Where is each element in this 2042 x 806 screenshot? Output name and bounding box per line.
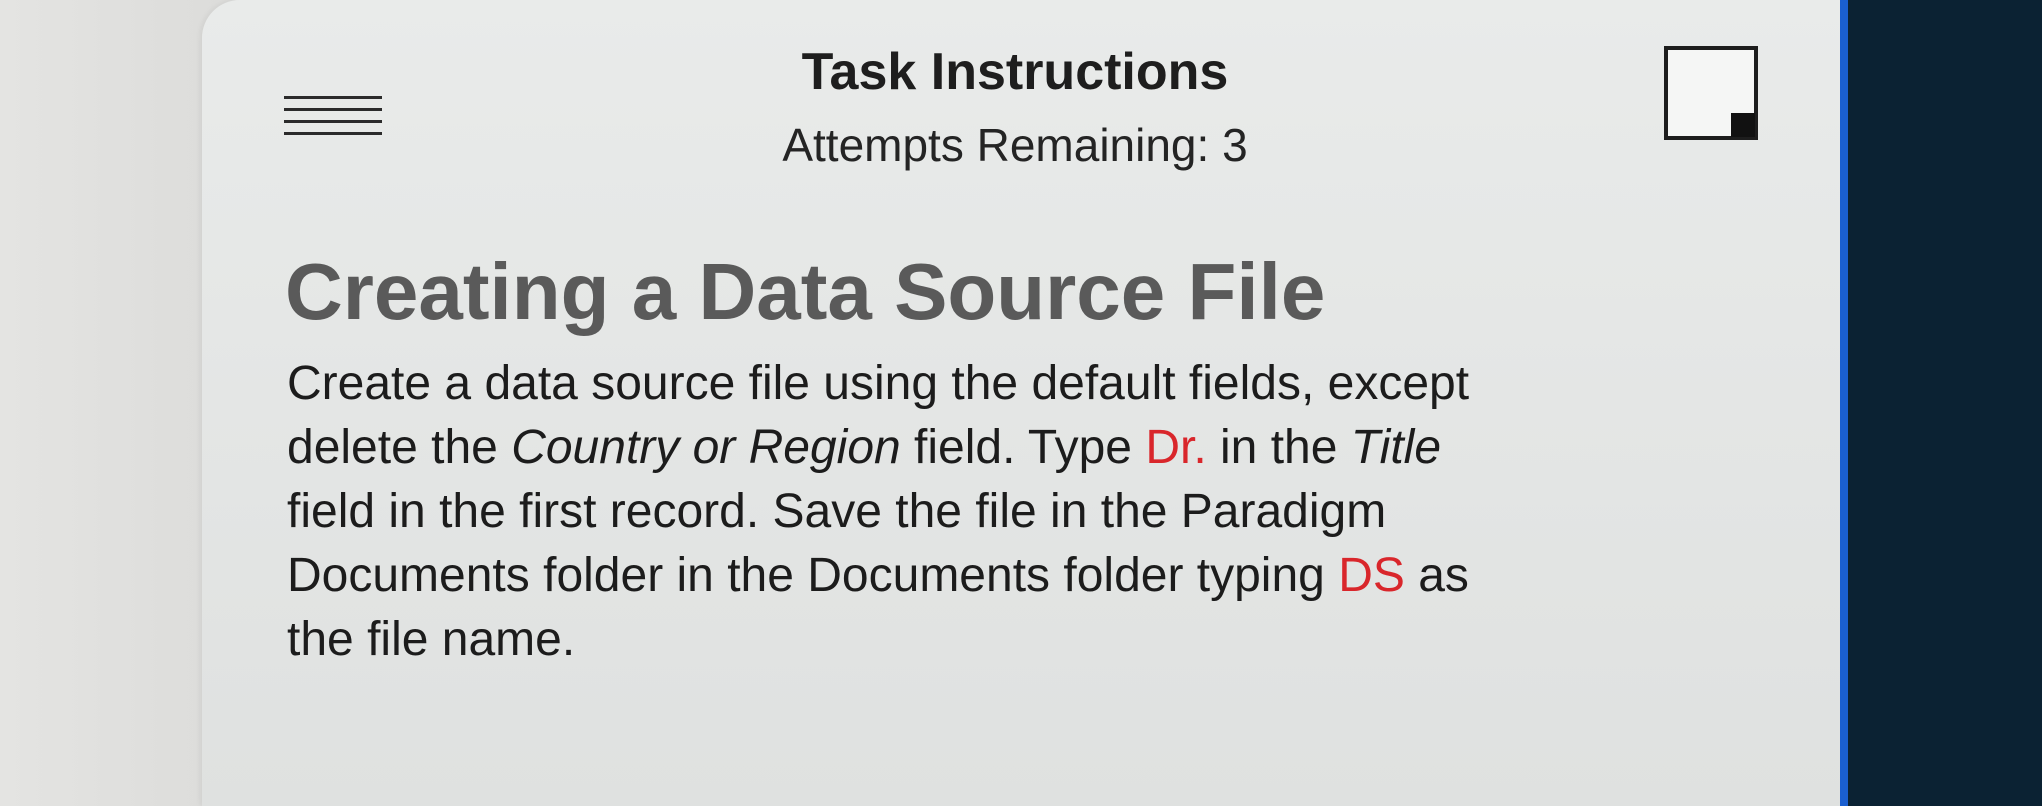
- task-text: Create a data source file using the defa…: [287, 357, 1470, 410]
- application-background: [1848, 0, 2042, 806]
- task-text: Documents folder in the Documents folder…: [287, 549, 1339, 602]
- task-text: delete the: [287, 421, 512, 474]
- hamburger-menu-icon[interactable]: [284, 96, 382, 136]
- task-text: as: [1404, 549, 1469, 602]
- task-line: Create a data source file using the defa…: [287, 352, 1717, 416]
- task-text: in the: [1206, 421, 1351, 474]
- window-border: [1840, 0, 1848, 806]
- task-line: delete the Country or Region field. Type…: [287, 416, 1717, 480]
- typed-value-dr: Dr.: [1145, 421, 1207, 474]
- task-text: the file name.: [287, 613, 576, 666]
- task-line: Documents folder in the Documents folder…: [287, 544, 1717, 608]
- field-name-title: Title: [1350, 421, 1442, 474]
- task-text: field in the first record. Save the file…: [287, 485, 1387, 538]
- window-resize-icon[interactable]: [1664, 46, 1758, 140]
- task-description: Create a data source file using the defa…: [287, 352, 1717, 672]
- typed-value-ds: DS: [1338, 549, 1405, 602]
- task-line: the file name.: [287, 608, 1717, 672]
- task-line: field in the first record. Save the file…: [287, 480, 1717, 544]
- panel-title: Task Instructions: [801, 43, 1229, 101]
- attempts-remaining: Attempts Remaining: 3: [782, 119, 1248, 171]
- window-corner-marker: [1731, 113, 1755, 137]
- task-heading: Creating a Data Source File: [285, 247, 1326, 336]
- desktop-background: [0, 0, 230, 806]
- task-text: field. Type: [900, 421, 1146, 474]
- field-name-country-or-region: Country or Region: [511, 421, 901, 474]
